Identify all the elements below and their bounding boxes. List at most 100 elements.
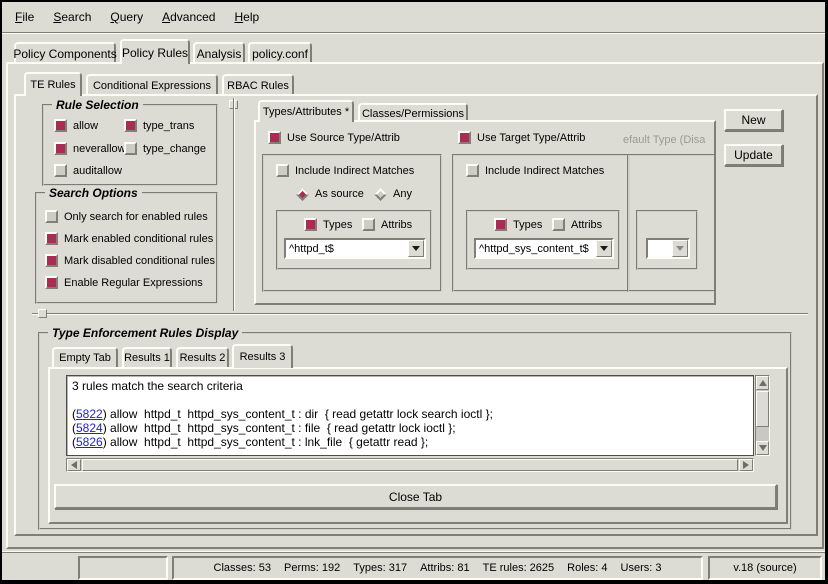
menu-search[interactable]: Search (53, 10, 91, 24)
source-type-combobox[interactable]: ^httpd_t$ (284, 238, 426, 259)
target-attribs-checkbox[interactable]: Attribs (552, 218, 602, 231)
checkbox-indicator (304, 218, 317, 231)
radio-any[interactable]: Any (374, 188, 412, 200)
radio-as-source[interactable]: As source (296, 188, 364, 200)
source-combo-dropdown-button[interactable] (408, 240, 424, 257)
checkbox-auditallow[interactable]: auditallow (54, 164, 122, 177)
checkbox-indicator (45, 254, 58, 267)
stat-perms: Perms: 192 (284, 562, 340, 574)
scroll-left-button[interactable] (67, 459, 81, 471)
rule-selection-group: Rule Selection allow type_trans neverall… (42, 104, 218, 186)
scroll-down-button[interactable] (756, 441, 769, 455)
rule-link-5826[interactable]: 5826 (76, 435, 103, 449)
default-type-inner-frame (636, 210, 698, 270)
checkbox-mark-disabled-conditional[interactable]: Mark disabled conditional rules (45, 254, 215, 267)
tab-analysis[interactable]: Analysis (193, 42, 245, 63)
te-rules-display-group: Type Enforcement Rules Display Empty Tab… (38, 332, 792, 530)
tab-te-rules[interactable]: TE Rules (24, 72, 82, 96)
checkbox-type-trans[interactable]: type_trans (124, 119, 194, 132)
target-type-combobox[interactable]: ^httpd_sys_content_t$ (474, 238, 614, 259)
tab-policy-conf[interactable]: policy.conf (248, 42, 312, 63)
default-type-label: efault Type (Disa (623, 134, 715, 146)
new-button[interactable]: New (724, 109, 783, 131)
checkbox-indicator (494, 218, 507, 231)
source-indirect-checkbox[interactable]: Include Indirect Matches (276, 164, 414, 177)
menu-help[interactable]: Help (234, 10, 259, 24)
rule-link-5824[interactable]: 5824 (76, 421, 103, 435)
scroll-right-button[interactable] (739, 459, 753, 471)
statusbar-version-panel: v.18 (source) (708, 556, 822, 580)
search-options-title: Search Options (45, 186, 142, 200)
chevron-down-icon (600, 246, 608, 251)
target-type-combobox-value[interactable]: ^httpd_sys_content_t$ (476, 240, 596, 257)
menu-advanced[interactable]: Advanced (162, 10, 215, 24)
stat-roles: Roles: 4 (567, 562, 607, 574)
stat-classes: Classes: 53 (214, 562, 271, 574)
tab-results-3[interactable]: Results 3 (232, 344, 293, 368)
checkbox-indicator (124, 119, 137, 132)
horizontal-sash[interactable] (32, 313, 808, 315)
stat-attribs: Attribs: 81 (420, 562, 470, 574)
checkbox-only-enabled-rules[interactable]: Only search for enabled rules (45, 210, 208, 223)
tab-rbac-rules[interactable]: RBAC Rules (222, 74, 294, 95)
statusbar-stats-panel: Classes: 53 Perms: 192 Types: 317 Attrib… (172, 556, 703, 580)
checkbox-indicator (54, 119, 67, 132)
source-types-checkbox[interactable]: Types (304, 218, 352, 231)
results-summary: 3 rules match the search criteria (72, 379, 748, 393)
tab-policy-components[interactable]: Policy Components (14, 42, 116, 63)
result-rule-1: (5822) allow httpd_t httpd_sys_content_t… (72, 407, 748, 421)
menu-query[interactable]: Query (110, 10, 143, 24)
menu-file[interactable]: File (15, 10, 34, 24)
blank-line (72, 393, 748, 407)
vertical-sash[interactable] (233, 98, 235, 311)
vertical-scrollbar-thumb[interactable] (756, 391, 769, 427)
tab-types-attributes[interactable]: Types/Attributes * (258, 100, 354, 122)
horizontal-sash-handle[interactable] (38, 309, 47, 318)
update-button[interactable]: Update (724, 144, 783, 166)
checkbox-type-change[interactable]: type_change (124, 142, 206, 155)
radio-indicator (374, 188, 387, 201)
menu-bar: File Search Query Advanced Help (2, 2, 825, 32)
types-attributes-panel: Use Source Type/Attrib Include Indirect … (254, 120, 716, 305)
scroll-up-button[interactable] (756, 376, 769, 390)
checkbox-enable-regex[interactable]: Enable Regular Expressions (45, 276, 203, 289)
source-types-frame: Types Attribs ^httpd_t$ (276, 210, 432, 270)
checkbox-allow[interactable]: allow (54, 119, 98, 132)
rule-link-5822[interactable]: 5822 (76, 407, 103, 421)
statusbar-empty-panel (78, 556, 168, 580)
use-target-type-checkbox[interactable]: Use Target Type/Attrib (458, 131, 585, 144)
apol-window: File Search Query Advanced Help Policy C… (0, 0, 828, 584)
policy-version: v.18 (source) (733, 562, 796, 574)
horizontal-scrollbar[interactable] (66, 458, 754, 472)
use-source-type-checkbox[interactable]: Use Source Type/Attrib (268, 131, 400, 144)
tab-policy-rules[interactable]: Policy Rules (120, 39, 190, 64)
tab-conditional-expressions[interactable]: Conditional Expressions (86, 74, 218, 95)
close-tab-button[interactable]: Close Tab (54, 484, 777, 509)
checkbox-neverallow[interactable]: neverallow (54, 142, 126, 155)
stat-types: Types: 317 (353, 562, 407, 574)
target-types-checkbox[interactable]: Types (494, 218, 542, 231)
target-type-frame: Include Indirect Matches Types Attribs ^… (452, 154, 630, 292)
checkbox-mark-enabled-conditional[interactable]: Mark enabled conditional rules (45, 232, 213, 245)
tab-empty-tab[interactable]: Empty Tab (52, 347, 118, 367)
vertical-scrollbar[interactable] (755, 375, 770, 456)
te-rules-display-title: Type Enforcement Rules Display (48, 326, 242, 340)
checkbox-indicator (54, 142, 67, 155)
tab-results-2[interactable]: Results 2 (176, 347, 229, 367)
target-combo-dropdown-button[interactable] (596, 240, 612, 257)
checkbox-indicator (45, 276, 58, 289)
arrow-right-icon (743, 461, 749, 469)
menu-separator (2, 32, 825, 34)
source-type-combobox-value[interactable]: ^httpd_t$ (286, 240, 408, 257)
tab-results-1[interactable]: Results 1 (122, 347, 172, 367)
horizontal-scrollbar-thumb[interactable] (82, 459, 738, 471)
source-attribs-checkbox[interactable]: Attribs (362, 218, 412, 231)
checkbox-indicator (54, 164, 67, 177)
arrow-down-icon (759, 445, 767, 451)
results-text-area[interactable]: 3 rules match the search criteria (5822)… (66, 375, 754, 456)
checkbox-indicator (552, 218, 565, 231)
result-rule-2: (5824) allow httpd_t httpd_sys_content_t… (72, 421, 748, 435)
target-indirect-checkbox[interactable]: Include Indirect Matches (466, 164, 604, 177)
statusbar-separator (2, 551, 825, 553)
chevron-down-icon (676, 246, 684, 251)
